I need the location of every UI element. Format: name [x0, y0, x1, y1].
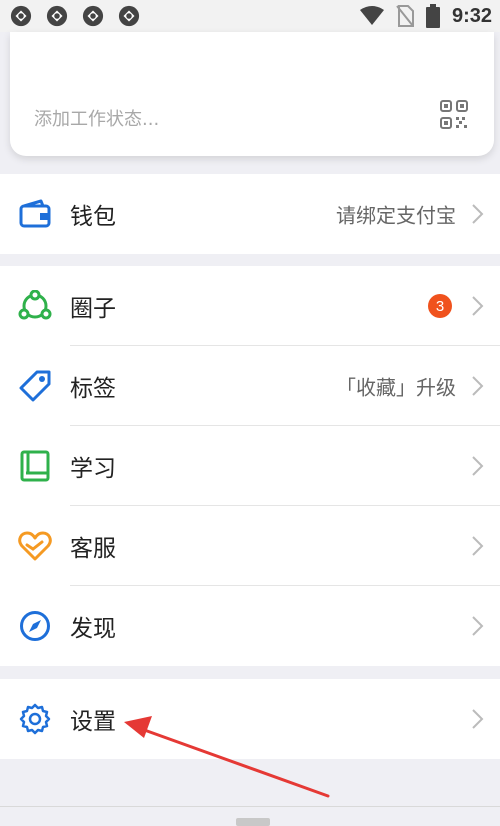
- app-icon: [82, 5, 104, 27]
- compass-icon: [18, 609, 52, 643]
- settings-section: 设置: [0, 679, 500, 759]
- menu-item-label: 客服: [70, 536, 116, 562]
- circle-group-icon: [18, 289, 52, 323]
- notification-badge: 3: [428, 294, 452, 318]
- wallet-icon: [18, 197, 52, 231]
- tag-icon: [18, 369, 52, 403]
- heart-service-icon: [18, 529, 52, 563]
- menu-item-service[interactable]: 客服: [0, 506, 500, 586]
- status-time: 9:32: [451, 4, 492, 27]
- wallet-status-value: 请绑定支付宝: [336, 203, 456, 228]
- app-icon: [10, 5, 32, 27]
- bottom-divider: [0, 806, 500, 807]
- wifi-icon: [359, 6, 384, 25]
- chevron-right-icon: [472, 709, 484, 729]
- menu-item-label: 圈子: [70, 296, 116, 322]
- menu-item-label: 标签: [70, 376, 116, 402]
- app-icon: [46, 5, 68, 27]
- qr-code-icon[interactable]: [440, 100, 468, 130]
- menu-item-wallet[interactable]: 钱包 请绑定支付宝: [0, 174, 500, 254]
- chevron-right-icon: [472, 376, 484, 396]
- chevron-right-icon: [472, 616, 484, 636]
- chevron-right-icon: [472, 536, 484, 556]
- menu-item-circle[interactable]: 圈子 3: [0, 266, 500, 346]
- chevron-right-icon: [472, 296, 484, 316]
- menu-item-label: 钱包: [70, 204, 116, 230]
- gear-icon: [18, 702, 52, 736]
- chevron-right-icon: [472, 456, 484, 476]
- tags-promo-value: 「收藏」升级: [336, 375, 456, 400]
- menu-item-label: 学习: [70, 456, 116, 482]
- work-status-card: 添加工作状态...: [10, 32, 494, 156]
- menu-section-main: 圈子 3 标签 「收藏」升级 学习 客服 发现: [0, 266, 500, 666]
- menu-item-settings[interactable]: 设置: [0, 679, 500, 759]
- work-status-input[interactable]: 添加工作状态...: [34, 105, 159, 131]
- wallet-section: 钱包 请绑定支付宝: [0, 174, 500, 254]
- app-icon: [118, 5, 140, 27]
- no-sim-icon: [396, 5, 414, 27]
- menu-item-label: 设置: [70, 709, 116, 735]
- status-bar: 9:32: [0, 0, 500, 32]
- book-icon: [18, 449, 52, 483]
- menu-item-tags[interactable]: 标签 「收藏」升级: [0, 346, 500, 426]
- chevron-right-icon: [472, 204, 484, 224]
- nav-handle[interactable]: [236, 818, 270, 826]
- menu-item-label: 发现: [70, 616, 116, 642]
- menu-item-study[interactable]: 学习: [0, 426, 500, 506]
- menu-item-discover[interactable]: 发现: [0, 586, 500, 666]
- battery-icon: [425, 4, 440, 28]
